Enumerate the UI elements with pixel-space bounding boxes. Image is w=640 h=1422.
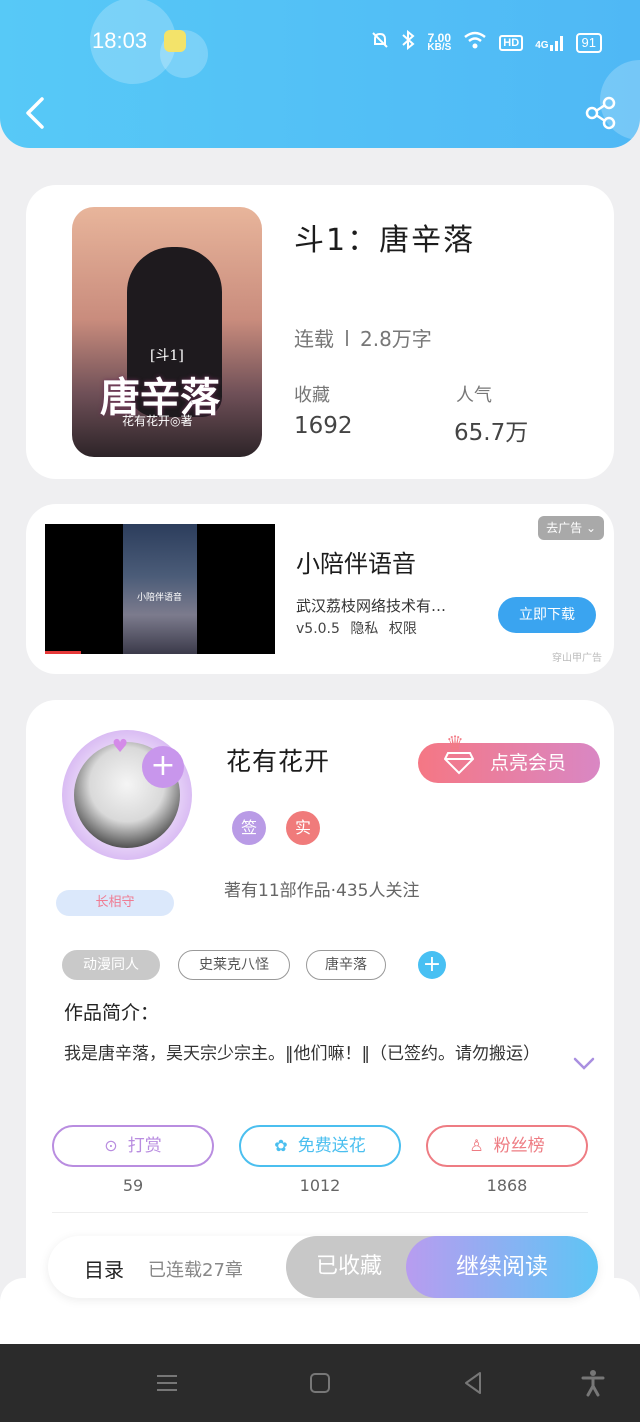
popularity-value: 65.7万 xyxy=(454,420,529,446)
follow-plus-button[interactable]: + xyxy=(142,746,184,788)
signal-indicator: 4G xyxy=(535,35,563,51)
favorites-label: 收藏 xyxy=(294,385,330,406)
vip-button[interactable]: ♛ 点亮会员 xyxy=(418,731,600,783)
tag-chip[interactable]: 唐辛落 xyxy=(306,950,386,980)
book-title: 斗1：唐辛落 xyxy=(294,223,476,258)
share-icon xyxy=(585,96,616,130)
ad-privacy-link[interactable]: 隐私 xyxy=(350,621,378,637)
ad-video[interactable]: 小陪伴语音 xyxy=(45,524,275,654)
status-time: 18:03 xyxy=(92,28,148,53)
system-nav-bar xyxy=(0,1344,640,1422)
send-flower-label: 免费送花 xyxy=(297,1136,366,1156)
tip-label: 打赏 xyxy=(127,1136,162,1156)
send-flower-button[interactable]: ✿ 免费送花 xyxy=(239,1125,401,1167)
cover-author: 花有花开◎著 xyxy=(122,414,193,428)
fan-ranking-button[interactable]: ♙ 粉丝榜 xyxy=(426,1125,588,1167)
accessibility-icon[interactable] xyxy=(578,1368,608,1398)
ad-meta-row: v5.0.5 隐私 权限 xyxy=(296,618,417,638)
book-status-row: 连载 2.8万字 xyxy=(294,323,432,352)
ad-company: 武汉荔枝网络技术有… xyxy=(296,597,447,615)
signal-label: 4G xyxy=(535,39,549,51)
author-stats: 著有11部作品·435人关注 xyxy=(224,881,420,901)
remove-ad-label: 去广告 xyxy=(546,521,583,535)
verified-badge: 实 xyxy=(286,811,320,845)
app-notification-icon xyxy=(164,30,186,52)
popularity-label: 人气 xyxy=(456,385,492,406)
vip-label: 点亮会员 xyxy=(490,752,567,774)
toc-button[interactable]: 目录 xyxy=(84,1254,124,1283)
chevron-down-icon: ⌄ xyxy=(585,521,596,535)
tag-chip[interactable]: 史莱克八怪 xyxy=(178,950,290,980)
ad-video-figure: 小陪伴语音 xyxy=(123,524,197,654)
fans-count: 1868 xyxy=(486,1176,528,1195)
status-icons: 7.00 KB/S HD 4G 91 xyxy=(371,29,602,55)
divider xyxy=(346,329,348,346)
net-speed: 7.00 KB/S xyxy=(427,30,452,53)
battery-indicator: 91 xyxy=(575,32,602,53)
home-icon[interactable] xyxy=(305,1368,335,1398)
fans-icon: ♙ xyxy=(469,1136,484,1155)
fan-ranking-label: 粉丝榜 xyxy=(493,1136,545,1156)
chevron-down-icon[interactable] xyxy=(572,1056,596,1072)
continue-reading-button[interactable]: 继续阅读 xyxy=(406,1236,598,1298)
signal-bars-icon xyxy=(549,35,563,51)
ad-video-progress xyxy=(45,651,81,654)
favorites-value: 1692 xyxy=(294,413,353,439)
heart-icon: ♥ xyxy=(112,736,129,757)
bluetooth-icon xyxy=(401,29,415,55)
divider xyxy=(52,1212,588,1213)
net-speed-unit: KB/S xyxy=(427,41,452,53)
read-action-bar: 目录 已连载27章 已收藏 继续阅读 xyxy=(48,1236,598,1298)
flower-icon: ✿ xyxy=(274,1136,288,1155)
book-info-card: [斗1] 唐辛落 花有花开◎著 斗1：唐辛落 连载 2.8万字 收藏 1692 … xyxy=(26,185,614,479)
hd-badge: HD xyxy=(499,34,524,51)
signed-badge: 签 xyxy=(232,811,266,845)
ad-permission-link[interactable]: 权限 xyxy=(389,621,417,637)
intro-label: 作品简介： xyxy=(64,1002,160,1024)
diamond-icon xyxy=(444,752,474,775)
avatar-frame-badge: 长相守 xyxy=(56,890,174,916)
add-tag-button[interactable]: + xyxy=(418,951,446,979)
tag-chip[interactable]: 动漫同人 xyxy=(62,950,160,980)
ad-card[interactable]: 小陪伴语音 小陪伴语音 武汉荔枝网络技术有… v5.0.5 隐私 权限 去广告 … xyxy=(26,504,614,674)
cover-subtitle: [斗1] xyxy=(150,348,184,364)
serial-status: 连载 xyxy=(294,327,334,351)
mute-bell-icon xyxy=(371,31,389,54)
flower-count: 1012 xyxy=(299,1176,341,1195)
author-name: 花有花开 xyxy=(226,747,331,776)
ad-download-button[interactable]: 立即下载 xyxy=(498,597,596,633)
tip-button[interactable]: ⊙ 打赏 xyxy=(52,1125,214,1167)
back-nav-icon[interactable] xyxy=(458,1368,488,1398)
back-button[interactable] xyxy=(22,95,52,131)
book-cover[interactable]: [斗1] 唐辛落 花有花开◎著 xyxy=(72,207,262,457)
ad-app-name: 小陪伴语音 xyxy=(296,550,416,578)
ad-version: v5.0.5 xyxy=(296,621,340,637)
yen-icon: ⊙ xyxy=(104,1136,118,1155)
back-icon xyxy=(26,97,44,129)
ad-source: 穿山甲广告 xyxy=(552,653,602,664)
intro-text: 我是唐辛落，昊天宗少宗主。‖他们嘛！‖（已签约。请勿搬运） xyxy=(64,1044,540,1064)
chapter-count: 已连载27章 xyxy=(148,1260,243,1281)
ad-video-caption: 小陪伴语音 xyxy=(137,593,183,603)
share-button[interactable] xyxy=(584,95,618,131)
status-bar: 18:03 7.00 KB/S HD 4G 91 xyxy=(0,22,640,62)
net-speed-value: 7.00 xyxy=(427,30,452,45)
wifi-icon xyxy=(463,31,487,54)
menu-icon[interactable] xyxy=(152,1368,182,1398)
header: 18:03 7.00 KB/S HD 4G 91 xyxy=(0,0,640,148)
word-count: 2.8万字 xyxy=(360,327,432,351)
tip-count: 59 xyxy=(122,1176,144,1195)
remove-ad-button[interactable]: 去广告 ⌄ xyxy=(538,516,604,540)
